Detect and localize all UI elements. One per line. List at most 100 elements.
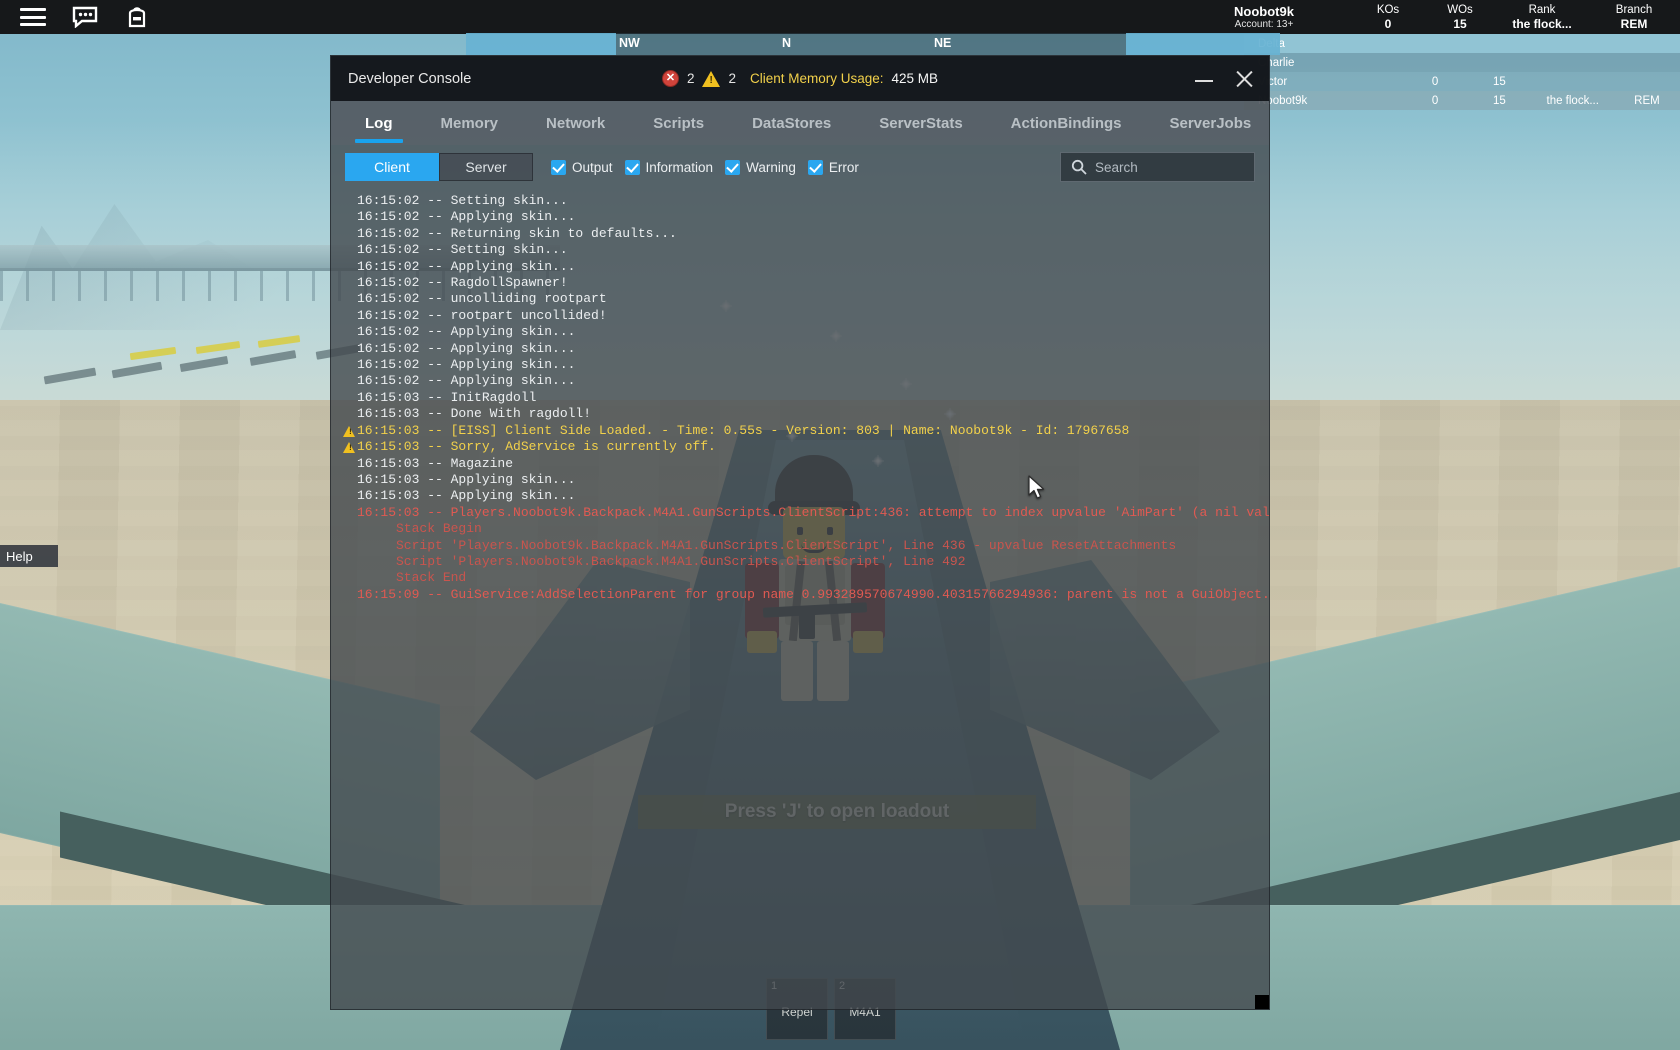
leaderboard-header: Noobot9k Account: 13+ KOs 0 WOs 15 Rank … bbox=[1176, 0, 1680, 34]
top-hud-bar: Noobot9k Account: 13+ KOs 0 WOs 15 Rank … bbox=[0, 0, 1680, 34]
memory-usage-value: 425 MB bbox=[891, 71, 939, 86]
log-line: 16:15:02 -- Setting skin... bbox=[331, 242, 1269, 258]
log-line: 16:15:02 -- Applying skin... bbox=[331, 373, 1269, 389]
tab-serverstats[interactable]: ServerStats bbox=[855, 101, 986, 145]
console-filter-bar: Client Server Output Information Warning bbox=[331, 145, 1269, 189]
tab-network[interactable]: Network bbox=[522, 101, 629, 145]
filter-warning-label: Warning bbox=[746, 159, 796, 175]
log-line: 16:15:02 -- rootpart uncollided! bbox=[331, 308, 1269, 324]
log-line: 16:15:03 -- Done With ragdoll! bbox=[331, 406, 1269, 422]
log-line: 16:15:02 -- Applying skin... bbox=[331, 324, 1269, 340]
leaderboard-row: Charlie bbox=[1244, 53, 1680, 72]
checkbox-icon[interactable] bbox=[624, 159, 640, 175]
log-line-text: Script 'Players.Noobot9k.Backpack.M4A1.G… bbox=[357, 553, 966, 569]
leaderboard-col-rank-title: Rank bbox=[1528, 3, 1556, 16]
log-line: 16:15:02 -- Setting skin... bbox=[331, 193, 1269, 209]
log-line: 16:15:03 -- Players.Noobot9k.Backpack.M4… bbox=[331, 505, 1269, 521]
log-line: Script 'Players.Noobot9k.Backpack.M4A1.G… bbox=[331, 538, 1269, 554]
backpack-icon[interactable] bbox=[122, 4, 152, 30]
leaderboard-col-wos: WOs 15 bbox=[1424, 0, 1496, 34]
leaderboard-col-wos-value: 15 bbox=[1453, 16, 1467, 31]
leaderboard-row: Delta bbox=[1244, 34, 1680, 53]
log-line: 16:15:03 -- Applying skin... bbox=[331, 488, 1269, 504]
tab-log[interactable]: Log bbox=[341, 101, 417, 145]
tab-actionbindings[interactable]: ActionBindings bbox=[987, 101, 1146, 145]
leaderboard-row: Victor 0 15 bbox=[1244, 72, 1680, 91]
compass-label-nw: NW bbox=[619, 36, 640, 50]
context-client-button[interactable]: Client bbox=[345, 153, 439, 181]
minimize-icon[interactable] bbox=[1193, 68, 1215, 90]
log-line-text: 16:15:03 -- Applying skin... bbox=[357, 488, 576, 504]
leaderboard-col-branch: Branch REM bbox=[1588, 0, 1680, 34]
leaderboard-row-kos: 0 bbox=[1431, 75, 1439, 88]
help-button[interactable]: Help bbox=[0, 545, 58, 567]
checkbox-icon[interactable] bbox=[807, 159, 823, 175]
log-line-text: 16:15:02 -- Applying skin... bbox=[357, 373, 576, 389]
log-line: 16:15:02 -- uncolliding rootpart bbox=[331, 291, 1269, 307]
log-line: 16:15:02 -- Applying skin... bbox=[331, 357, 1269, 373]
log-level-filters: Output Information Warning Error bbox=[551, 159, 859, 175]
developer-console-window: Developer Console ✕ 2 2 Client Memory Us… bbox=[330, 55, 1270, 1010]
log-line-text: 16:15:02 -- Applying skin... bbox=[357, 258, 576, 274]
tab-memory[interactable]: Memory bbox=[417, 101, 523, 145]
leaderboard-account: Account: 13+ bbox=[1234, 18, 1294, 30]
warning-triangle-icon bbox=[343, 425, 355, 437]
search-input[interactable] bbox=[1095, 159, 1235, 175]
close-icon[interactable] bbox=[1233, 68, 1255, 90]
log-line-text: 16:15:02 -- Applying skin... bbox=[357, 340, 576, 356]
console-log-output[interactable]: 16:15:02 -- Setting skin... 16:15:02 -- A… bbox=[331, 189, 1269, 1009]
compass-label-n: N bbox=[782, 36, 792, 50]
leaderboard-row-rank: the flock... bbox=[1546, 94, 1599, 107]
tab-datastores[interactable]: DataStores bbox=[728, 101, 855, 145]
search-box[interactable] bbox=[1060, 152, 1255, 182]
window-controls bbox=[1193, 68, 1255, 90]
filter-warning[interactable]: Warning bbox=[725, 159, 796, 175]
log-line-text: 16:15:03 -- Players.Noobot9k.Backpack.M4… bbox=[357, 504, 1269, 520]
leaderboard-col-kos-title: KOs bbox=[1376, 3, 1400, 16]
log-line-text: 16:15:03 -- Applying skin... bbox=[357, 471, 576, 487]
compass-bar: NW N NE bbox=[466, 33, 1280, 55]
log-line: 16:15:02 -- Returning skin to defaults..… bbox=[331, 226, 1269, 242]
filter-error[interactable]: Error bbox=[807, 159, 859, 175]
compass-label-ne: NE bbox=[934, 36, 952, 50]
leaderboard-col-branch-value: REM bbox=[1620, 16, 1648, 31]
checkbox-icon[interactable] bbox=[725, 159, 741, 175]
log-line-text: 16:15:03 -- Magazine bbox=[357, 455, 514, 471]
leaderboard-col-rank-value: the flock... bbox=[1512, 16, 1572, 31]
log-line: 16:15:03 -- InitRagdoll bbox=[331, 390, 1269, 406]
tab-scripts[interactable]: Scripts bbox=[629, 101, 728, 145]
log-line-text: 16:15:03 -- Sorry, AdService is currentl… bbox=[357, 439, 716, 455]
log-line-text: 16:15:02 -- Returning skin to defaults..… bbox=[357, 225, 677, 241]
console-titlebar: Developer Console ✕ 2 2 Client Memory Us… bbox=[331, 56, 1269, 101]
menu-icon[interactable] bbox=[18, 4, 48, 30]
console-resize-grip[interactable] bbox=[1255, 995, 1269, 1009]
compass-segment-left bbox=[466, 33, 616, 55]
filter-error-label: Error bbox=[828, 159, 859, 175]
log-line-text: 16:15:02 -- Applying skin... bbox=[357, 357, 576, 373]
log-line: 16:15:02 -- RagdollSpawner! bbox=[331, 275, 1269, 291]
context-server-button[interactable]: Server bbox=[439, 153, 533, 181]
log-line: 16:15:02 -- Applying skin... bbox=[331, 341, 1269, 357]
checkbox-icon[interactable] bbox=[551, 159, 566, 175]
error-count: 2 bbox=[686, 71, 695, 86]
log-line-text: 16:15:09 -- GuiService:AddSelectionParen… bbox=[357, 586, 1269, 602]
log-line-text: 16:15:02 -- Applying skin... bbox=[357, 324, 576, 340]
filter-output[interactable]: Output bbox=[551, 159, 613, 175]
leaderboard-rows: Delta Charlie Victor 0 15 Noobot9k 0 15 … bbox=[1244, 34, 1680, 110]
leaderboard-player-name: Noobot9k bbox=[1234, 3, 1294, 19]
filter-information[interactable]: Information bbox=[624, 159, 713, 175]
leaderboard-row-wos: 15 bbox=[1493, 75, 1506, 88]
compass-segment-right bbox=[1126, 33, 1280, 55]
log-line-text: 16:15:03 -- InitRagdoll bbox=[357, 389, 537, 405]
log-line-text: Stack End bbox=[357, 570, 467, 586]
warning-count: 2 bbox=[728, 71, 736, 86]
filter-output-label: Output bbox=[572, 159, 613, 175]
log-line-text: 16:15:02 -- Setting skin... bbox=[357, 242, 568, 258]
log-line-text: Script 'Players.Noobot9k.Backpack.M4A1.G… bbox=[357, 537, 1177, 553]
tab-serverjobs[interactable]: ServerJobs bbox=[1146, 101, 1276, 145]
leaderboard-col-rank: Rank the flock... bbox=[1496, 0, 1588, 34]
chat-icon[interactable] bbox=[70, 4, 100, 30]
log-line-text: 16:15:02 -- RagdollSpawner! bbox=[357, 275, 568, 291]
log-line: Stack End bbox=[331, 570, 1269, 586]
top-hud-icons bbox=[8, 0, 152, 34]
